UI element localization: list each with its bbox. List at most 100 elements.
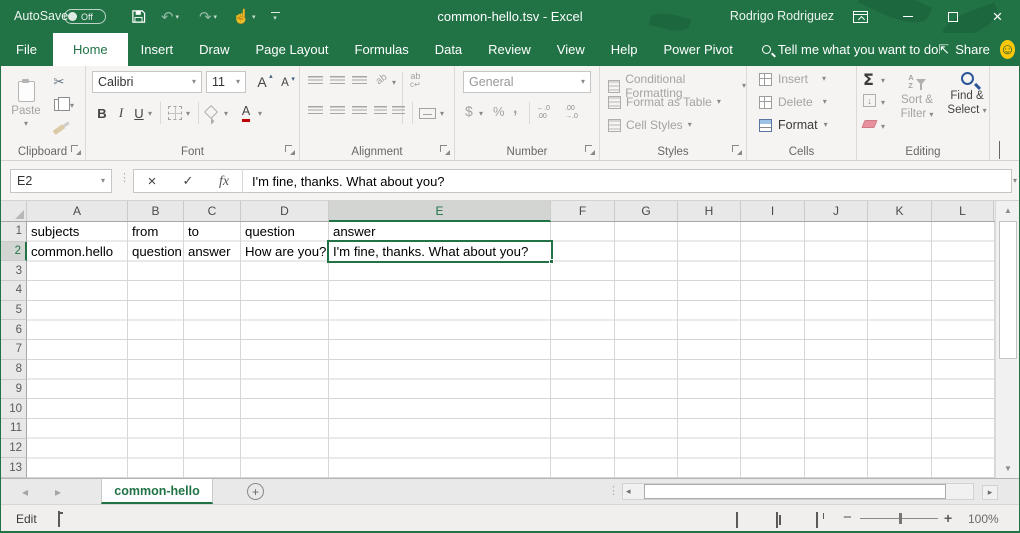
cell-styles-button[interactable]: Cell Styles▾: [608, 118, 692, 132]
align-right-button[interactable]: [352, 106, 367, 116]
scroll-down-button[interactable]: ▼: [999, 460, 1017, 477]
cell-d2[interactable]: How are you?: [241, 242, 329, 262]
select-all-button[interactable]: [0, 201, 27, 221]
font-color-button[interactable]: A: [238, 103, 254, 119]
row-header-9[interactable]: 9: [0, 380, 27, 400]
tab-draw[interactable]: Draw: [186, 33, 242, 66]
zoom-slider[interactable]: [860, 518, 938, 519]
decrease-font-size-button[interactable]: A▾: [276, 75, 294, 91]
row-header-12[interactable]: 12: [0, 439, 27, 459]
column-header-l[interactable]: L: [932, 201, 994, 221]
collapse-ribbon-button[interactable]: [999, 142, 1000, 160]
merge-center-button[interactable]: [419, 108, 436, 119]
alignment-dialog-launcher[interactable]: [440, 145, 450, 155]
zoom-out-button[interactable]: −: [843, 509, 852, 526]
align-center-button[interactable]: [330, 106, 345, 116]
tab-formulas[interactable]: Formulas: [342, 33, 422, 66]
column-header-d[interactable]: D: [241, 201, 329, 221]
user-name[interactable]: Rodrigo Rodriguez: [722, 9, 842, 23]
scroll-left-button[interactable]: ◂: [626, 484, 631, 499]
tab-page-layout[interactable]: Page Layout: [243, 33, 342, 66]
font-name-combo[interactable]: Calibri▾: [92, 71, 202, 93]
accounting-format-button[interactable]: $: [465, 103, 473, 119]
font-size-combo[interactable]: 11▾: [206, 71, 246, 93]
column-header-g[interactable]: G: [615, 201, 678, 221]
feedback-smiley-button[interactable]: ☺: [1000, 40, 1015, 59]
increase-indent-button[interactable]: [392, 106, 405, 116]
redo-button[interactable]: ↷▾: [193, 0, 223, 33]
zoom-slider-thumb[interactable]: [899, 513, 902, 524]
bold-button[interactable]: B: [94, 104, 110, 122]
vertical-scrollbar[interactable]: ▲ ▼: [995, 201, 1020, 478]
clear-button[interactable]: [863, 120, 876, 128]
tab-power-pivot[interactable]: Power Pivot: [651, 33, 746, 66]
macro-record-button[interactable]: [58, 512, 60, 526]
increase-decimal-button[interactable]: ←.0.00: [537, 105, 550, 121]
cell-c1[interactable]: to: [184, 222, 241, 242]
column-header-e[interactable]: E: [329, 201, 551, 222]
row-header-7[interactable]: 7: [0, 340, 27, 360]
row-header-1[interactable]: 1: [0, 222, 27, 242]
tab-review[interactable]: Review: [475, 33, 544, 66]
wrap-text-button[interactable]: abc↵: [410, 72, 421, 89]
bottom-align-button[interactable]: [352, 76, 367, 86]
horizontal-scroll-thumb[interactable]: [644, 484, 946, 499]
clipboard-dialog-launcher[interactable]: [71, 145, 81, 155]
ribbon-display-options-button[interactable]: [838, 0, 883, 33]
format-as-table-button[interactable]: Format as Table▾: [608, 95, 721, 109]
column-header-h[interactable]: H: [678, 201, 741, 221]
fill-color-button[interactable]: [206, 107, 216, 117]
active-cell-e2[interactable]: I'm fine, thanks. What about you?: [327, 240, 553, 263]
maximize-button[interactable]: [930, 0, 975, 33]
cell-b2[interactable]: question: [128, 242, 184, 262]
row-header-13[interactable]: 13: [0, 458, 27, 478]
scroll-up-button[interactable]: ▲: [999, 202, 1017, 219]
tab-view[interactable]: View: [544, 33, 598, 66]
orientation-button[interactable]: ab: [374, 72, 389, 87]
borders-button[interactable]: [168, 106, 182, 120]
paste-button[interactable]: Paste ▾: [8, 70, 44, 138]
row-header-2[interactable]: 2: [0, 242, 27, 262]
touch-mouse-mode-button[interactable]: ☝▾: [228, 0, 260, 33]
fill-handle[interactable]: [549, 259, 554, 264]
increase-font-size-button[interactable]: A▴: [252, 73, 272, 91]
font-dialog-launcher[interactable]: [285, 145, 295, 155]
column-header-k[interactable]: K: [868, 201, 932, 221]
next-sheet-button[interactable]: ▸: [55, 479, 61, 504]
tab-home[interactable]: Home: [53, 33, 128, 66]
tell-me-search[interactable]: Tell me what you want to do: [762, 33, 938, 66]
number-dialog-launcher[interactable]: [585, 145, 595, 155]
cell-d1[interactable]: question: [241, 222, 329, 242]
row-header-5[interactable]: 5: [0, 301, 27, 321]
tab-data[interactable]: Data: [422, 33, 475, 66]
row-header-4[interactable]: 4: [0, 281, 27, 301]
normal-view-button[interactable]: [736, 513, 738, 527]
column-header-b[interactable]: B: [128, 201, 184, 221]
italic-button[interactable]: I: [114, 104, 128, 122]
name-box[interactable]: E2▾: [10, 169, 112, 193]
comma-style-button[interactable]: ,: [513, 100, 517, 118]
format-painter-button[interactable]: [50, 121, 68, 137]
cell-a1[interactable]: subjects: [27, 222, 128, 242]
percent-style-button[interactable]: %: [493, 104, 505, 119]
sheet-tab-common-hello[interactable]: common-hello: [101, 479, 213, 504]
styles-dialog-launcher[interactable]: [732, 145, 742, 155]
fill-button[interactable]: ↓: [863, 94, 876, 107]
scroll-right-button[interactable]: ▸: [982, 485, 998, 500]
row-header-11[interactable]: 11: [0, 419, 27, 439]
row-header-6[interactable]: 6: [0, 320, 27, 340]
zoom-in-button[interactable]: +: [944, 510, 952, 526]
middle-align-button[interactable]: [330, 76, 345, 86]
row-header-3[interactable]: 3: [0, 261, 27, 281]
zoom-level[interactable]: 100%: [968, 512, 999, 526]
horizontal-scrollbar[interactable]: ◂: [622, 483, 974, 500]
minimize-button[interactable]: [885, 0, 930, 33]
top-align-button[interactable]: [308, 76, 323, 86]
decrease-decimal-button[interactable]: .00→.0: [565, 105, 578, 121]
new-sheet-button[interactable]: +: [247, 483, 264, 500]
cut-button[interactable]: ✂: [50, 74, 68, 90]
find-select-button[interactable]: Find &Select ▾: [945, 72, 989, 118]
row-header-10[interactable]: 10: [0, 399, 27, 419]
align-left-button[interactable]: [308, 106, 323, 116]
sort-filter-button[interactable]: AZ Sort &Filter ▾: [891, 74, 943, 121]
